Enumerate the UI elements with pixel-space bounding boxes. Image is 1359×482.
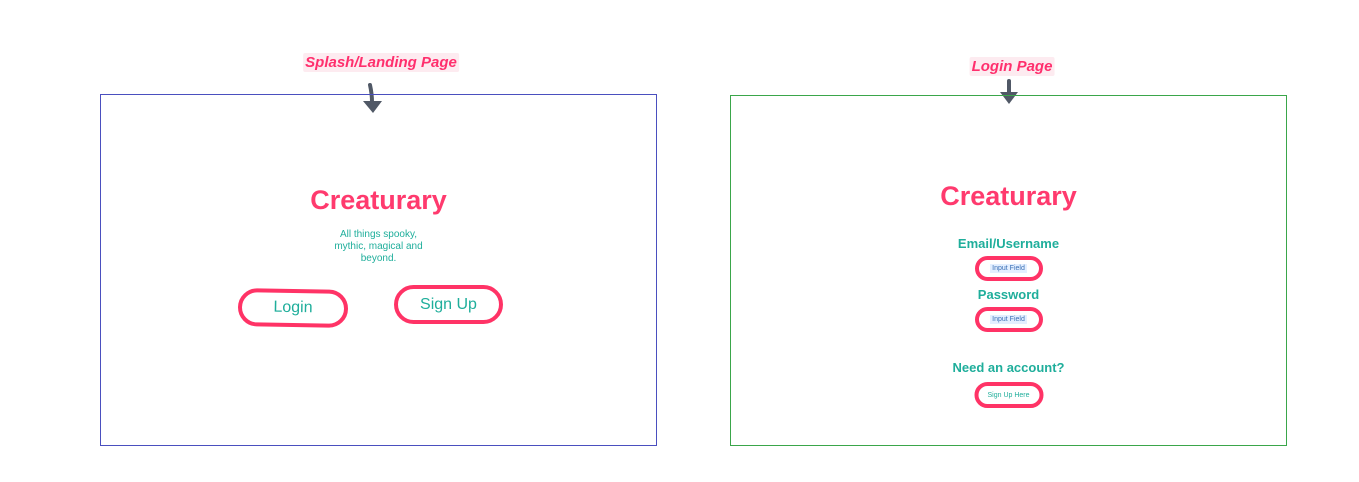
- password-label: Password: [977, 287, 1040, 302]
- app-title: Creaturary: [940, 181, 1077, 211]
- login-page-frame: Creaturary Email/Username Input Field Pa…: [730, 95, 1287, 446]
- login-button[interactable]: Login: [237, 288, 349, 328]
- input-placeholder: Input Field: [990, 315, 1027, 324]
- sign-up-here-button[interactable]: Sign Up Here: [974, 382, 1043, 408]
- need-account-prompt: Need an account?: [952, 360, 1065, 375]
- email-username-input[interactable]: Input Field: [974, 256, 1043, 281]
- sign-up-button[interactable]: Sign Up: [394, 285, 503, 324]
- app-tagline: All things spooky, mythic, magical and b…: [334, 229, 423, 264]
- login-page-label: Login Page: [969, 57, 1055, 76]
- splash-page-frame: Creaturary All things spooky, mythic, ma…: [100, 94, 657, 446]
- email-username-label: Email/Username: [957, 236, 1060, 251]
- app-title: Creaturary: [310, 185, 447, 215]
- input-placeholder: Input Field: [990, 264, 1027, 273]
- sign-up-here-label: Sign Up Here: [987, 391, 1030, 399]
- password-input[interactable]: Input Field: [974, 307, 1043, 332]
- splash-page-label: Splash/Landing Page: [303, 53, 459, 72]
